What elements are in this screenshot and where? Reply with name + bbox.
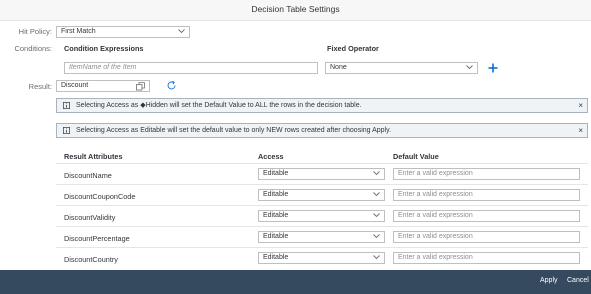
attribute-name: DiscountCountry	[64, 255, 118, 264]
apply-button[interactable]: Apply	[540, 277, 558, 284]
info-icon	[63, 102, 70, 109]
attribute-name: DiscountPercentage	[64, 234, 130, 243]
refresh-icon[interactable]	[166, 80, 177, 91]
fixed-operator-header: Fixed Operator	[327, 44, 379, 53]
value-help-icon[interactable]	[136, 82, 145, 91]
result-input[interactable]: Discount	[56, 80, 150, 92]
access-select[interactable]: Editable	[258, 168, 385, 180]
table-row: DiscountName Editable Enter a valid expr…	[56, 164, 588, 185]
message-text: Selecting Access as ◆Hidden will set the…	[76, 102, 362, 109]
default-value-input[interactable]: Enter a valid expression	[393, 210, 580, 222]
access-value: Editable	[263, 170, 289, 177]
default-value-input[interactable]: Enter a valid expression	[393, 168, 580, 180]
default-value-input[interactable]: Enter a valid expression	[393, 252, 580, 264]
access-select[interactable]: Editable	[258, 189, 385, 201]
info-message-editable: Selecting Access as Editable will set th…	[56, 123, 588, 138]
condition-expressions-header: Condition Expressions	[64, 44, 144, 53]
default-value-input[interactable]: Enter a valid expression	[393, 231, 580, 243]
table-row: DiscountValidity Editable Enter a valid …	[56, 206, 588, 227]
result-attributes-header: Result Attributes	[64, 152, 123, 161]
table-row: DiscountCouponCode Editable Enter a vali…	[56, 185, 588, 206]
dialog-footer: Apply Cancel	[0, 270, 591, 294]
access-value: Editable	[263, 233, 289, 240]
dialog-title: Decision Table Settings	[0, 0, 591, 21]
table-row: DiscountCountry Editable Enter a valid e…	[56, 248, 588, 268]
access-select[interactable]: Editable	[258, 210, 385, 222]
chevron-down-icon	[373, 192, 380, 197]
access-header: Access	[258, 152, 284, 161]
fixed-operator-value: None	[330, 64, 347, 71]
chevron-down-icon	[373, 171, 380, 176]
close-icon[interactable]: ×	[578, 99, 583, 112]
chevron-down-icon	[178, 29, 185, 34]
access-value: Editable	[263, 254, 289, 261]
chevron-down-icon	[373, 234, 380, 239]
add-condition-icon[interactable]	[488, 63, 498, 73]
cancel-button[interactable]: Cancel	[567, 277, 589, 284]
close-icon[interactable]: ×	[578, 124, 583, 137]
attribute-name: DiscountValidity	[64, 213, 116, 222]
default-value-input[interactable]: Enter a valid expression	[393, 189, 580, 201]
access-value: Editable	[263, 191, 289, 198]
chevron-down-icon	[373, 255, 380, 260]
result-label: Result:	[28, 82, 52, 91]
info-message-hidden: Selecting Access as ◆Hidden will set the…	[56, 98, 588, 113]
hit-policy-value: First Match	[61, 28, 96, 35]
hit-policy-label: Hit Policy:	[18, 27, 52, 36]
access-value: Editable	[263, 212, 289, 219]
table-row: DiscountPercentage Editable Enter a vali…	[56, 227, 588, 248]
access-select[interactable]: Editable	[258, 231, 385, 243]
chevron-down-icon	[373, 213, 380, 218]
conditions-label: Conditions:	[14, 44, 52, 53]
fixed-operator-select[interactable]: None	[325, 62, 478, 74]
default-value-header: Default Value	[393, 152, 439, 161]
result-attributes-table: DiscountName Editable Enter a valid expr…	[56, 164, 588, 270]
attribute-name: DiscountCouponCode	[64, 192, 136, 201]
access-select[interactable]: Editable	[258, 252, 385, 264]
condition-expression-input[interactable]: ItemName of the Item	[64, 62, 318, 74]
info-icon	[63, 127, 70, 134]
result-value: Discount	[61, 82, 89, 89]
message-text: Selecting Access as Editable will set th…	[76, 127, 392, 134]
hit-policy-select[interactable]: First Match	[56, 26, 190, 38]
chevron-down-icon	[466, 65, 473, 70]
attribute-name: DiscountName	[64, 171, 112, 180]
